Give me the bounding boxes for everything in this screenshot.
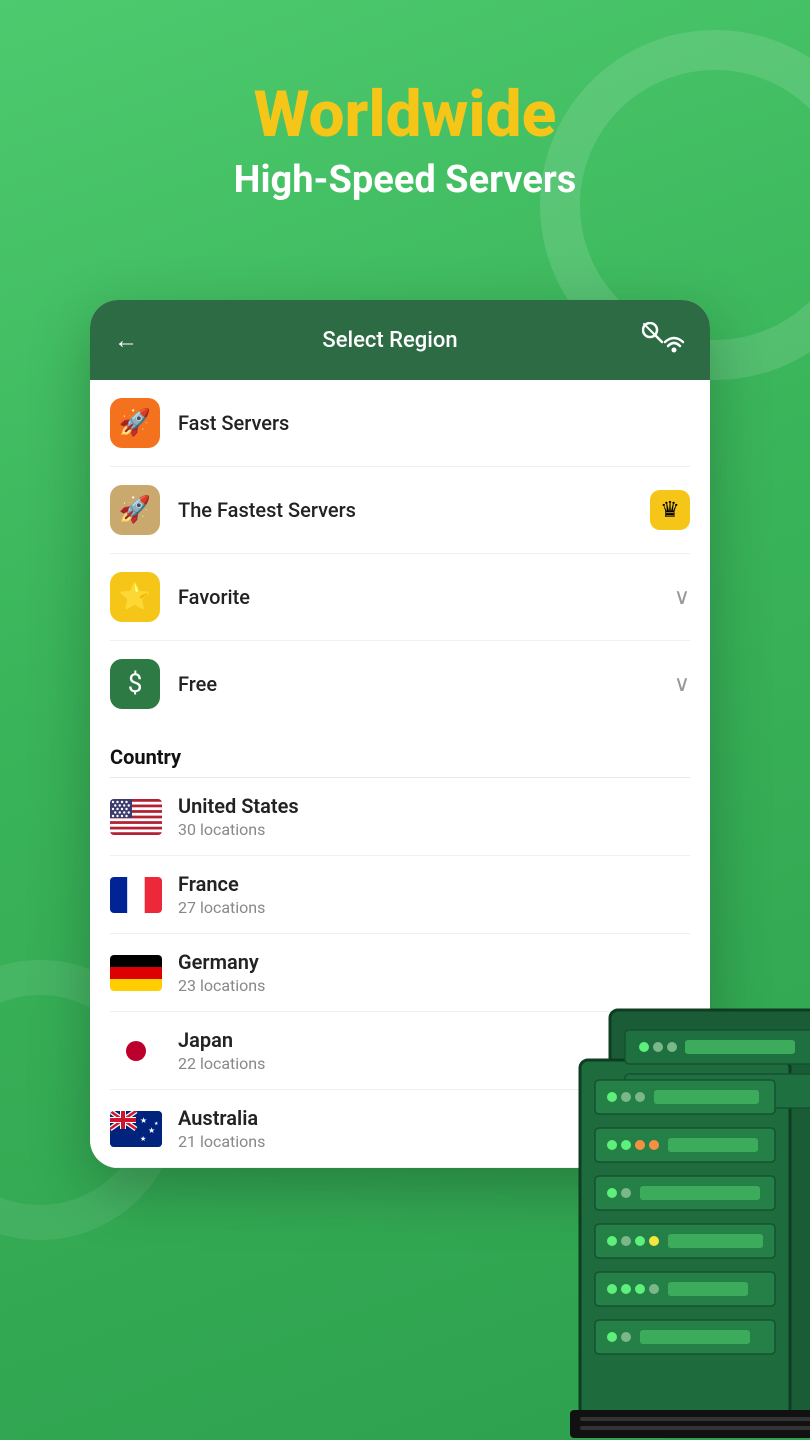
fastest-servers-label: The Fastest Servers [178,498,356,522]
header-section: Worldwide High-Speed Servers [0,0,810,236]
country-item-us[interactable]: United States 30 locations [110,778,690,856]
wifi-search-icon [642,322,686,358]
menu-item-free[interactable]: $ Free ∨ [110,641,690,727]
flag-au: ★ ★ ★ ★ [110,1111,162,1147]
svg-text:★: ★ [140,1116,147,1125]
menu-item-left: $ Free [110,659,217,709]
back-button[interactable]: ← [114,326,138,355]
menu-item-fastest-servers[interactable]: 🚀 The Fastest Servers ♛ [110,467,690,554]
server-svg [560,950,810,1440]
menu-item-fast-servers[interactable]: 🚀 Fast Servers [110,380,690,467]
card-title: Select Region [322,328,457,353]
country-info-us: United States 30 locations [178,794,690,839]
country-section-label: Country [110,745,690,769]
fast-servers-icon: 🚀 [110,398,160,448]
country-info-fr: France 27 locations [178,872,690,917]
country-item-fr[interactable]: France 27 locations [110,856,690,934]
fastest-servers-icon: 🚀 [110,485,160,535]
menu-item-left: ⭐ Favorite [110,572,250,622]
country-locations-us: 30 locations [178,820,690,839]
country-name-fr: France [178,872,690,896]
main-subtitle: High-Speed Servers [0,156,810,205]
header-icons-group [642,322,686,358]
menu-list: 🚀 Fast Servers 🚀 The Fastest Servers ♛ ⭐… [90,380,710,727]
menu-item-favorite[interactable]: ⭐ Favorite ∨ [110,554,690,641]
country-name-us: United States [178,794,690,818]
fast-servers-label: Fast Servers [178,411,289,435]
svg-text:★: ★ [140,1135,146,1143]
svg-text:★: ★ [154,1121,159,1127]
server-rack-illustration [560,950,810,1440]
free-label: Free [178,672,217,696]
free-icon: $ [110,659,160,709]
flag-us [110,799,162,835]
menu-item-left: 🚀 Fast Servers [110,398,289,448]
chevron-down-icon: ∨ [674,672,690,697]
flag-de [110,955,162,991]
crown-badge: ♛ [650,490,690,530]
svg-text:★: ★ [148,1126,155,1135]
background: Worldwide High-Speed Servers ← Select Re… [0,0,810,1440]
menu-item-left: 🚀 The Fastest Servers [110,485,356,535]
chevron-down-icon: ∨ [674,585,690,610]
flag-jp [110,1033,162,1069]
flag-fr [110,877,162,913]
favorite-label: Favorite [178,585,250,609]
card-header: ← Select Region [90,300,710,380]
favorite-icon: ⭐ [110,572,160,622]
country-locations-fr: 27 locations [178,898,690,917]
main-title: Worldwide [0,80,810,150]
